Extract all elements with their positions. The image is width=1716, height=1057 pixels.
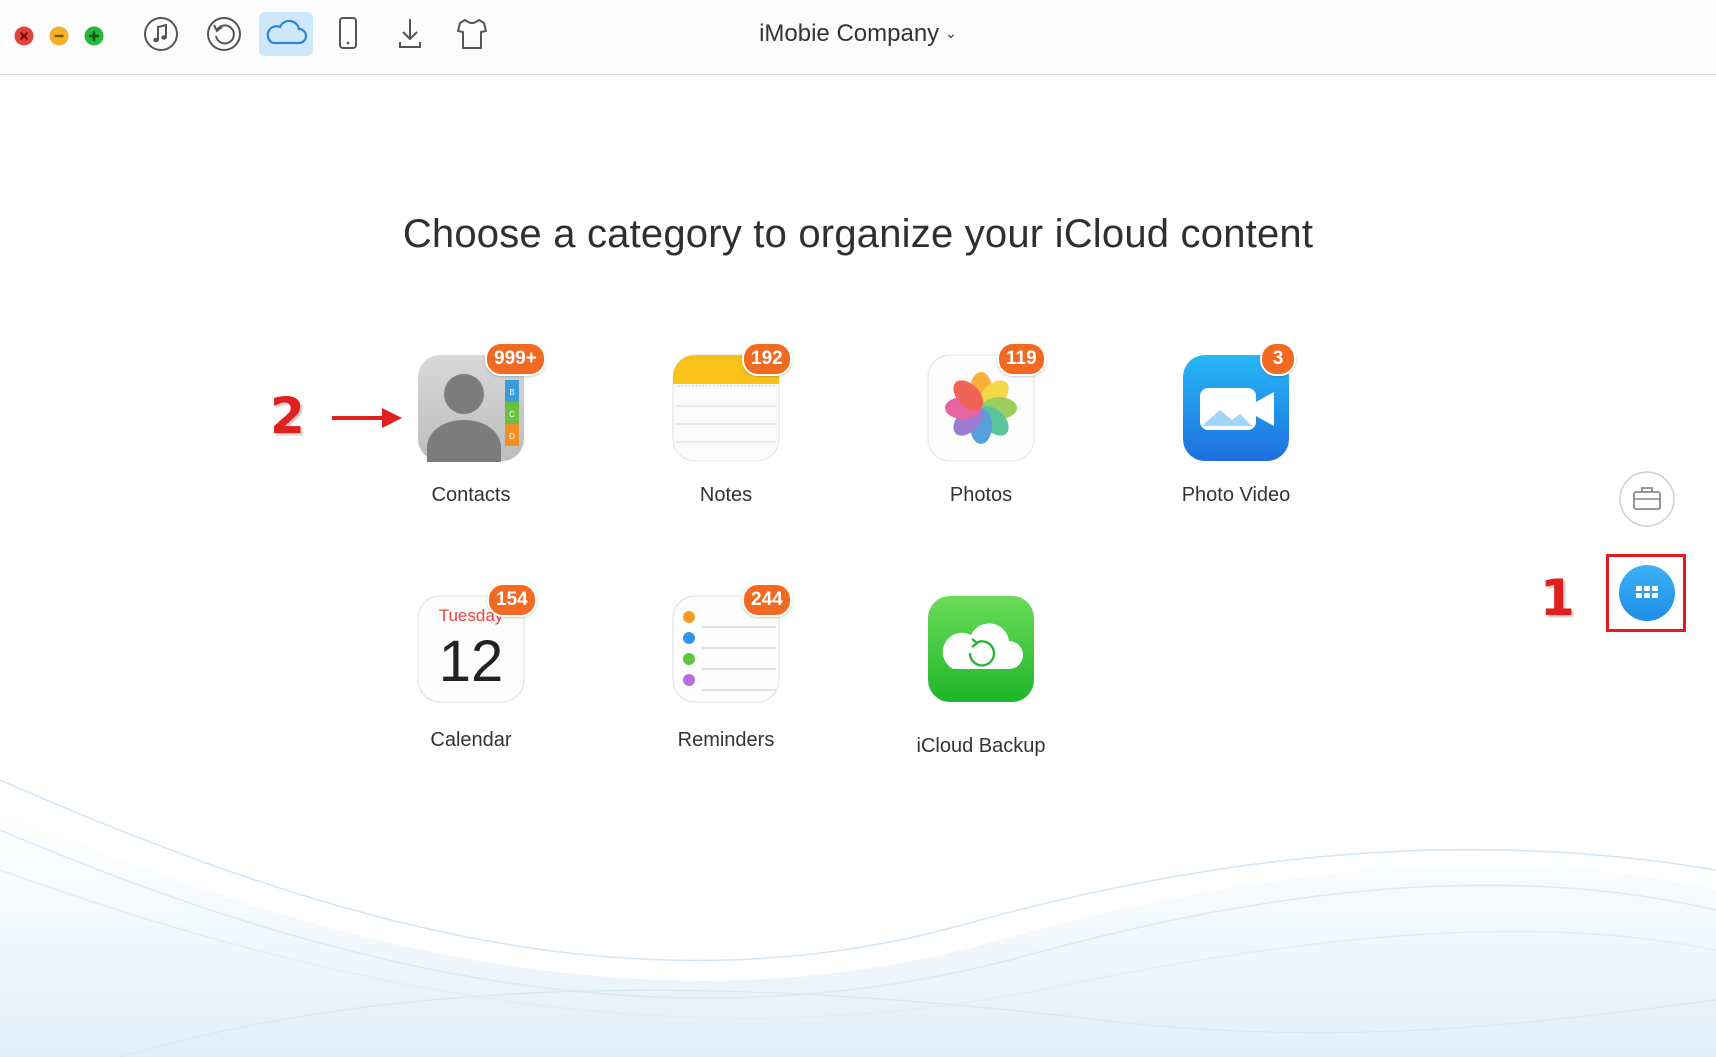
category-label: Photo Video [1181, 484, 1291, 506]
tshirt-icon [457, 19, 487, 49]
background-wave [0, 779, 1716, 1057]
category-notes[interactable]: 192 Notes [626, 342, 826, 524]
icloud-backup-icon [927, 595, 1035, 703]
category-reminders[interactable]: 244 Reminders [626, 583, 826, 765]
category-label: Notes [699, 484, 753, 506]
svg-text:B: B [509, 388, 514, 397]
phone-icon [339, 17, 357, 49]
calendar-date: 12 [439, 629, 504, 694]
notes-count-badge: 192 [742, 342, 792, 376]
icloud-button[interactable] [259, 12, 313, 56]
download-button[interactable] [383, 12, 437, 56]
category-contacts[interactable]: B C D 999+ Contacts [371, 342, 571, 524]
svg-text:C: C [509, 410, 515, 419]
music-note-icon [144, 17, 178, 51]
close-icon [14, 26, 34, 46]
category-photo-video[interactable]: 3 Photo Video [1136, 342, 1336, 524]
restore-icon [207, 17, 241, 51]
category-calendar[interactable]: Tuesday 12 154 Calendar [371, 583, 571, 765]
zoom-window-button[interactable] [84, 26, 104, 46]
calendar-count-badge: 154 [487, 583, 537, 617]
minimize-icon [49, 26, 69, 46]
toolkit-button[interactable] [1619, 471, 1675, 527]
account-selector-wrap: iMobie Company ⌄ [0, 20, 1716, 48]
minimize-window-button[interactable] [49, 26, 69, 46]
category-label: Photos [949, 484, 1013, 506]
grid-icon [1619, 565, 1675, 621]
device-button[interactable] [321, 12, 375, 56]
theme-button[interactable] [445, 12, 499, 56]
category-label: Calendar [430, 729, 512, 751]
category-label: Reminders [677, 729, 775, 751]
category-mode-button[interactable] [1618, 564, 1676, 622]
itunes-library-button[interactable] [134, 12, 188, 56]
itunes-backup-button[interactable] [197, 12, 251, 56]
category-label: iCloud Backup [916, 735, 1046, 757]
page-headline: Choose a category to organize your iClou… [402, 212, 1314, 256]
photo-video-count-badge: 3 [1260, 342, 1296, 376]
category-photos[interactable]: 119 Photos [881, 342, 1081, 524]
close-window-button[interactable] [14, 26, 34, 46]
briefcase-icon [1619, 471, 1675, 527]
annotation-step-2: 2 [270, 387, 305, 445]
svg-text:D: D [509, 432, 515, 441]
download-icon [399, 19, 421, 48]
category-icloud-backup[interactable]: iCloud Backup [881, 595, 1081, 765]
reminders-count-badge: 244 [742, 583, 792, 617]
zoom-icon [84, 26, 104, 46]
chevron-down-icon: ⌄ [945, 25, 957, 41]
cloud-icon [266, 19, 308, 45]
photos-count-badge: 119 [997, 342, 1046, 376]
account-selector[interactable]: iMobie Company ⌄ [759, 20, 957, 47]
annotation-step-1: 1 [1540, 569, 1575, 627]
contacts-count-badge: 999+ [485, 342, 546, 376]
title-bar: iMobie Company ⌄ [0, 0, 1716, 75]
category-label: Contacts [431, 484, 511, 506]
account-name: iMobie Company [759, 20, 940, 47]
